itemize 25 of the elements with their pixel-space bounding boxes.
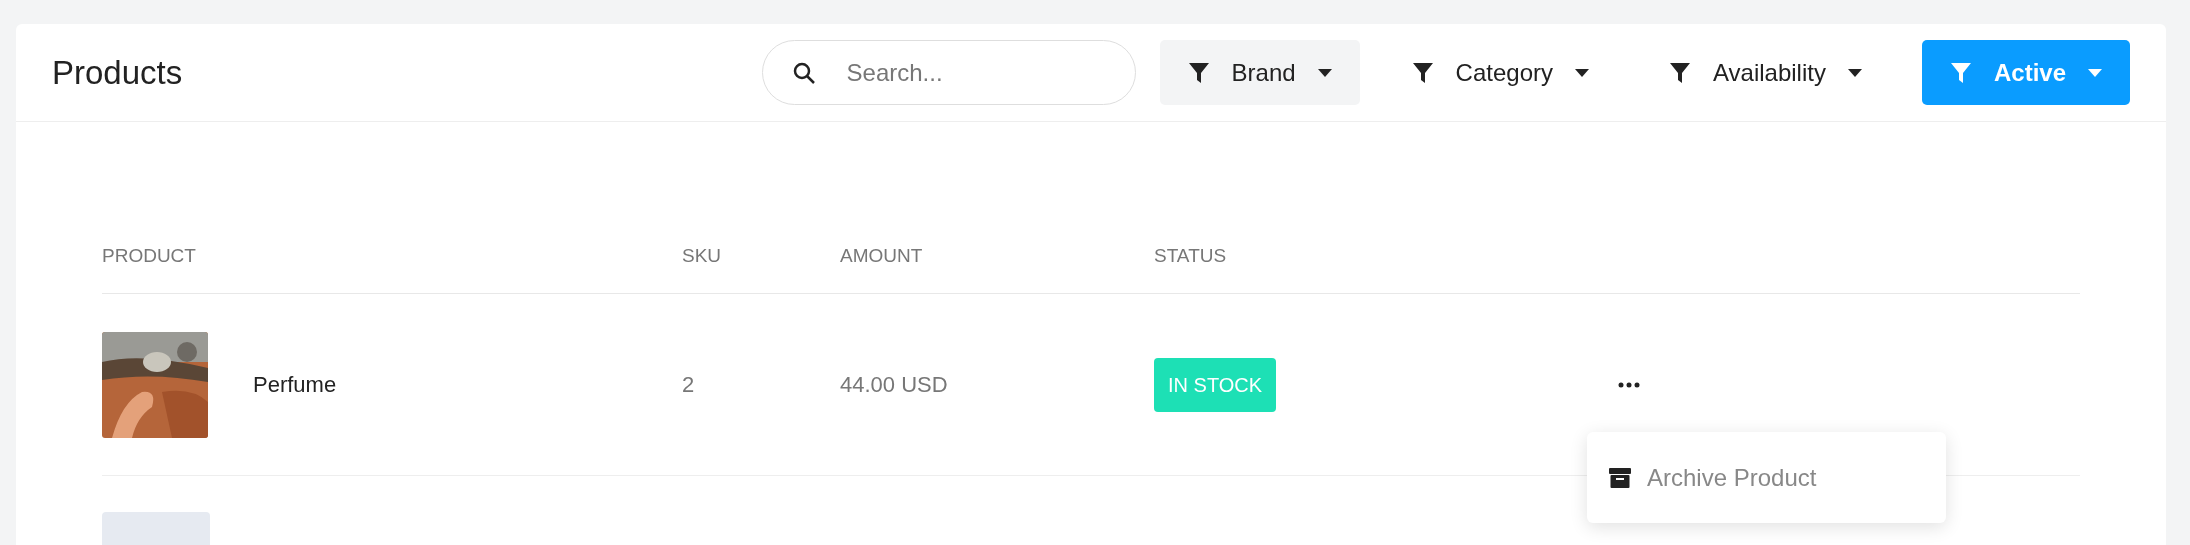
filter-icon: [1669, 60, 1691, 85]
menu-item[interactable]: Archive Product: [1609, 459, 1924, 496]
filter-icon: [1411, 60, 1434, 85]
more-icon[interactable]: [1618, 381, 1641, 388]
column-header: PRODUCT: [102, 244, 197, 269]
filter-icon: [1949, 60, 1972, 85]
filter-dropdown[interactable]: Category: [1383, 40, 1617, 105]
search-field[interactable]: Search...: [761, 40, 1136, 105]
search-icon: [791, 61, 816, 85]
table-cell-text: 44.00 USD: [840, 371, 949, 399]
filter-dropdown[interactable]: Availability: [1641, 40, 1890, 105]
archive-icon: [1609, 467, 1631, 488]
caret-icon: [1317, 68, 1332, 77]
table-cell-text: 2: [682, 371, 696, 399]
filter-dropdown[interactable]: Brand: [1159, 40, 1360, 105]
caret-icon: [1847, 68, 1862, 77]
column-header: AMOUNT: [840, 244, 924, 269]
filter-icon: [1187, 60, 1210, 85]
product-name: Perfume: [253, 371, 337, 399]
status-badge: IN STOCK: [1154, 357, 1277, 412]
column-header: STATUS: [1154, 244, 1227, 269]
column-header: SKU: [682, 244, 723, 269]
page-title: Products: [52, 52, 183, 93]
caret-icon: [1575, 68, 1589, 77]
caret-icon: [2088, 68, 2102, 77]
